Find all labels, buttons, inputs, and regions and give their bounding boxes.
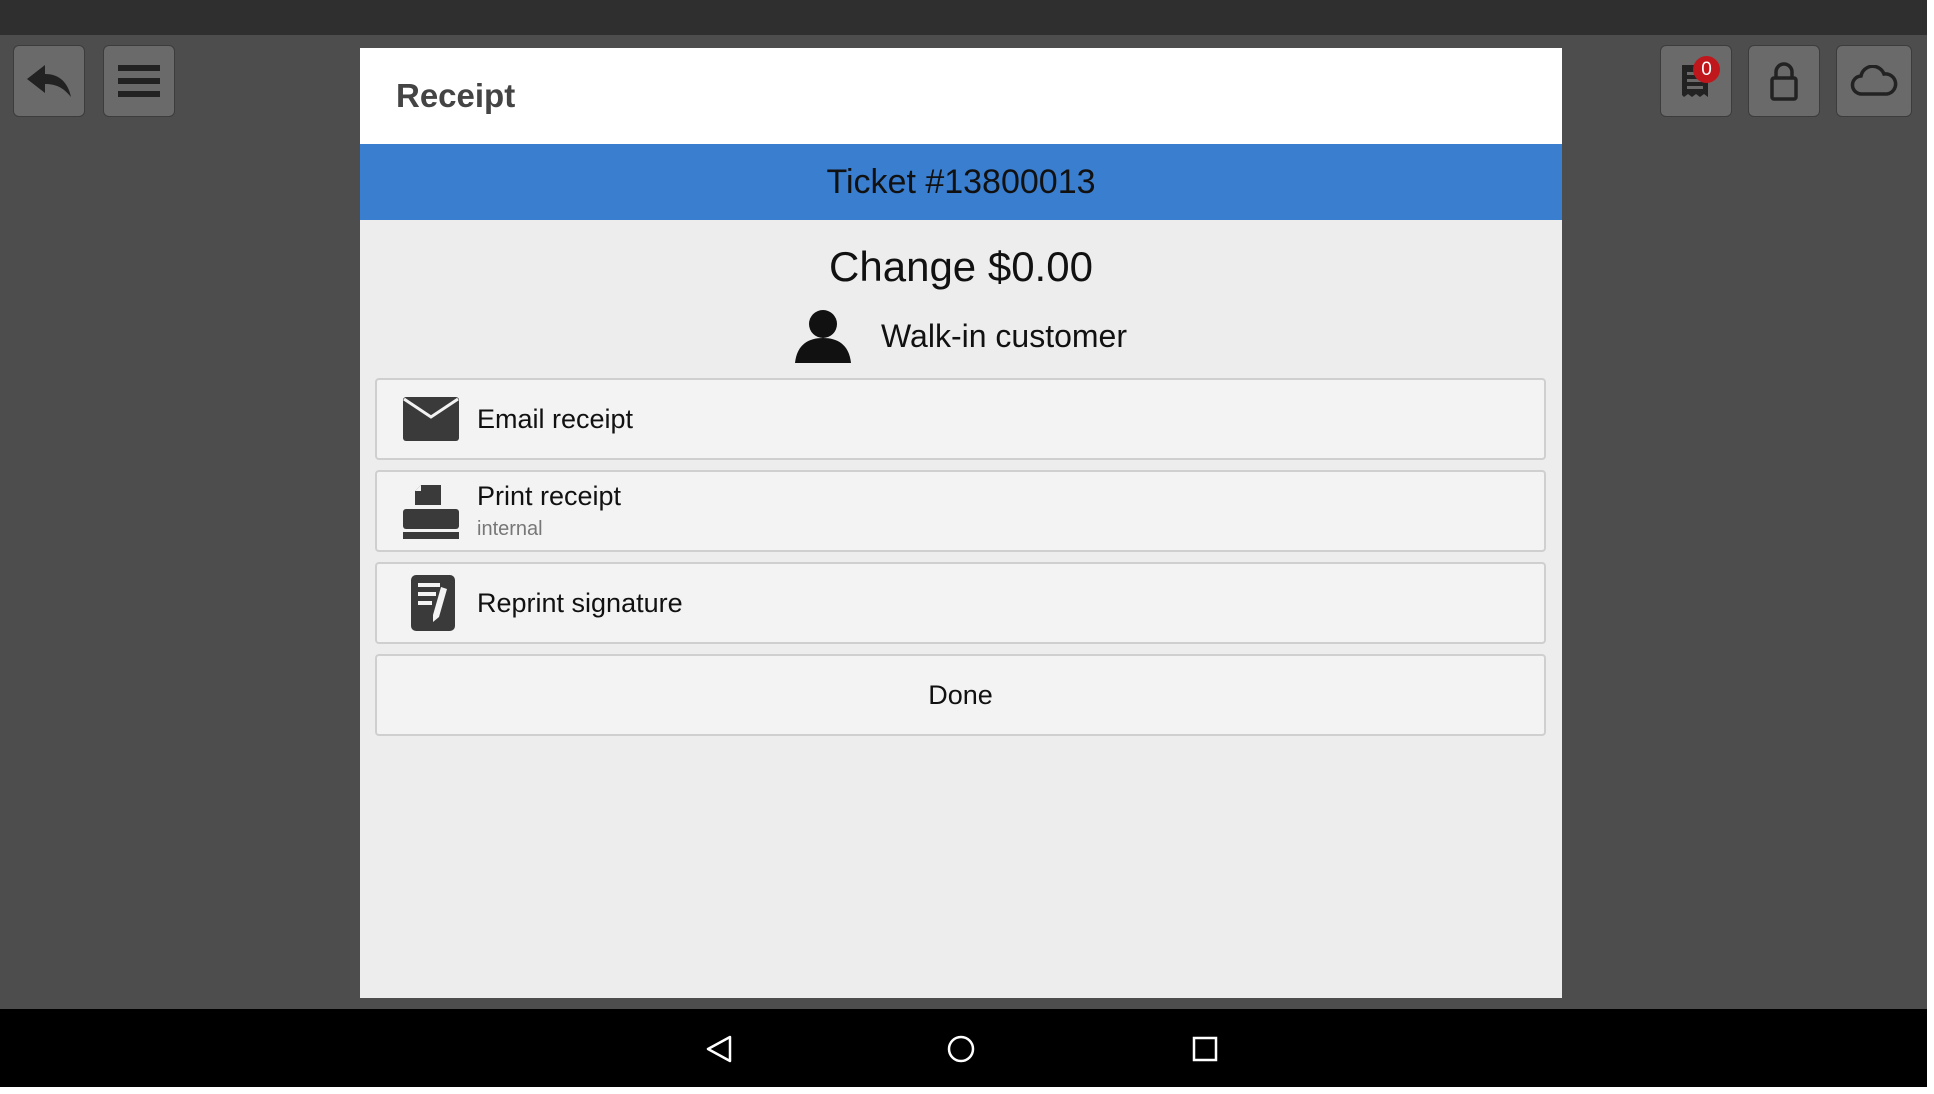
hamburger-menu-icon: [118, 65, 160, 97]
tickets-count-badge: 0: [1693, 56, 1720, 83]
dialog-title: Receipt: [360, 48, 1562, 144]
signature-document-icon: [411, 575, 455, 631]
menu-button[interactable]: [103, 45, 175, 117]
reprint-signature-label: Reprint signature: [477, 587, 683, 618]
square-recents-icon: [1192, 1036, 1218, 1062]
back-arrow-icon: [27, 65, 71, 97]
tickets-button[interactable]: 0: [1660, 45, 1732, 117]
printer-icon: [403, 483, 459, 539]
reprint-signature-button[interactable]: Reprint signature: [375, 562, 1546, 644]
status-bar: [0, 0, 1927, 35]
print-receipt-button[interactable]: Print receipt internal: [375, 470, 1546, 552]
system-home-button[interactable]: [941, 1029, 981, 1069]
change-amount: Change $0.00: [829, 243, 1093, 290]
cloud-sync-button[interactable]: [1836, 45, 1912, 117]
done-label: Done: [928, 679, 993, 710]
customer-row[interactable]: Walk-in customer: [360, 308, 1562, 364]
system-navigation-bar: [0, 1009, 1927, 1087]
system-recents-button[interactable]: [1185, 1029, 1225, 1069]
lock-button[interactable]: [1748, 45, 1820, 117]
back-button[interactable]: [13, 45, 85, 117]
system-back-button[interactable]: [699, 1029, 739, 1069]
circle-home-icon: [947, 1035, 975, 1063]
receipt-dialog: Receipt Ticket #13800013 Change $0.00 Wa…: [360, 48, 1562, 998]
done-button[interactable]: Done: [375, 654, 1546, 736]
person-icon: [795, 310, 852, 363]
app-screen: 0 Receipt Ticket #13800013 Change $0.00 …: [0, 0, 1927, 1087]
customer-name: Walk-in customer: [881, 317, 1127, 354]
email-receipt-button[interactable]: Email receipt: [375, 378, 1546, 460]
print-receipt-label: Print receipt: [477, 481, 622, 511]
lock-icon: [1770, 62, 1798, 101]
printer-name: internal: [477, 518, 543, 540]
triangle-back-icon: [706, 1035, 732, 1063]
cloud-icon: [1850, 65, 1898, 96]
envelope-icon: [403, 397, 459, 441]
ticket-number-bar: Ticket #13800013: [360, 144, 1562, 220]
email-receipt-label: Email receipt: [477, 403, 634, 434]
